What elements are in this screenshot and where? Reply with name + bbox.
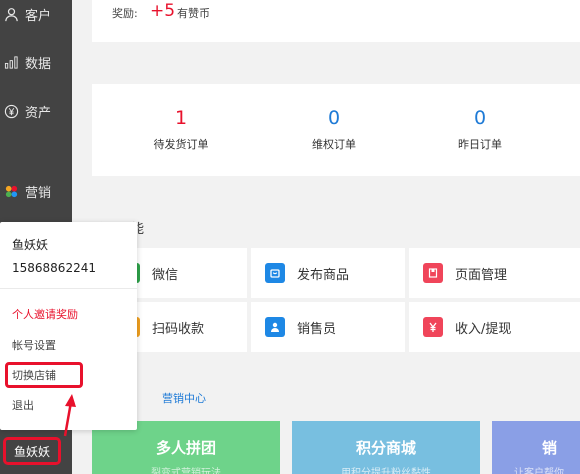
functions-grid: 微信 发布商品 页面管理 扫码收款 销售员 收入/提现 [92, 248, 580, 352]
order-count: 0 [473, 107, 487, 129]
func-label: 销售员 [297, 321, 337, 337]
sidebar-item-marketing[interactable]: 营销 [0, 177, 72, 205]
sidebar-item-customers[interactable]: 客户 [0, 0, 72, 28]
tile-third[interactable]: 销 让客户帮你 [492, 421, 580, 474]
func-label: 扫码收款 [152, 321, 205, 337]
orders-card: 1 待发货订单 0 维权订单 0 昨日订单 [92, 84, 580, 176]
func-label: 收入/提现 [455, 321, 512, 337]
switch-store-highlight [5, 362, 83, 388]
func-label: 页面管理 [455, 267, 508, 283]
user-menu-button[interactable]: 鱼妖妖 [3, 437, 61, 465]
tile-subtitle: 裂变式营销玩法 [151, 468, 221, 474]
func-income-withdraw[interactable]: 收入/提现 [409, 302, 580, 352]
reward-label: 奖励: [112, 7, 138, 20]
order-label: 待发货订单 [153, 138, 209, 151]
page-icon [423, 263, 443, 283]
annotation-arrow [63, 394, 76, 437]
popup-divider [0, 288, 137, 289]
salesperson-icon [265, 317, 285, 337]
order-stat-rights[interactable]: 0 维权订单 [279, 106, 389, 152]
sidebar-item-data[interactable]: 数据 [0, 48, 72, 76]
sidebar-item-assets[interactable]: 资产 [0, 97, 72, 125]
menu-invite-reward[interactable]: 个人邀请奖励 [12, 306, 78, 322]
func-publish-product[interactable]: 发布商品 [251, 248, 405, 298]
sidebar-item-label: 数据 [25, 56, 52, 72]
func-label: 发布商品 [297, 267, 350, 283]
order-stat-pending[interactable]: 1 待发货订单 [126, 106, 236, 152]
func-page-management[interactable]: 页面管理 [409, 248, 580, 298]
account-phone: 15868862241 [12, 261, 96, 275]
flower-icon [3, 183, 19, 199]
tile-subtitle: 用积分提升粉丝黏性 [341, 468, 431, 474]
order-label: 维权订单 [312, 138, 356, 151]
menu-account-settings[interactable]: 帐号设置 [12, 337, 56, 353]
reward-value: +5 [150, 1, 176, 21]
tile-subtitle: 让客户帮你 [514, 468, 564, 474]
order-label: 昨日订单 [458, 138, 502, 151]
reward-unit: 有赞币 [177, 7, 210, 20]
order-count: 0 [327, 107, 341, 129]
order-stat-yesterday[interactable]: 0 昨日订单 [425, 106, 535, 152]
tile-points-mall[interactable]: 积分商城 用积分提升粉丝黏性 [292, 421, 480, 474]
reward-card: 奖励: +5 有赞币 [92, 0, 580, 42]
user-label: 鱼妖妖 [13, 444, 50, 459]
func-salesperson[interactable]: 销售员 [251, 302, 405, 352]
order-count: 1 [174, 107, 188, 129]
menu-logout[interactable]: 退出 [12, 397, 34, 413]
sidebar-item-label: 资产 [25, 105, 52, 121]
yen-circle-icon [3, 103, 19, 119]
sidebar-item-label: 营销 [25, 185, 52, 201]
bar-chart-icon [3, 54, 19, 70]
func-label: 微信 [152, 267, 179, 283]
tile-title: 多人拼团 [155, 439, 216, 457]
person-icon [3, 6, 19, 22]
account-name: 鱼妖妖 [12, 238, 49, 252]
yen-icon [423, 317, 443, 337]
sidebar-item-label: 客户 [25, 8, 52, 24]
tile-title: 销 [542, 439, 558, 457]
shopping-bag-icon [265, 263, 285, 283]
marketing-center-link[interactable]: 营销中心 [162, 390, 206, 406]
tile-title: 积分商城 [355, 439, 416, 457]
